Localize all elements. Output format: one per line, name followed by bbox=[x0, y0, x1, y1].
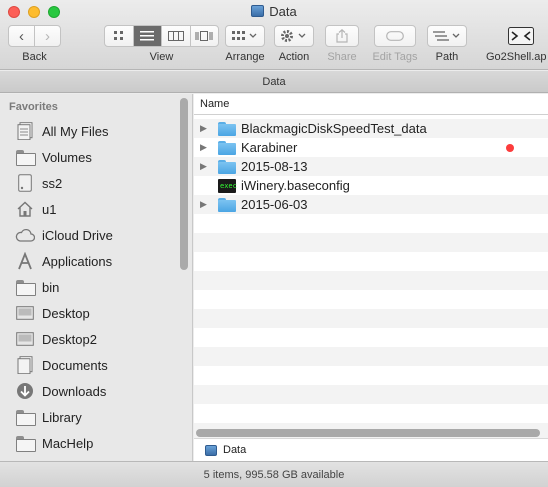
status-bar: 5 items, 995.58 GB available bbox=[0, 461, 548, 487]
sidebar-item-desktop2[interactable]: Desktop2 bbox=[15, 327, 97, 351]
all-files-icon bbox=[15, 122, 35, 140]
empty-row bbox=[194, 328, 548, 347]
icon-view-icon[interactable] bbox=[105, 26, 133, 46]
documents-icon bbox=[15, 356, 35, 374]
empty-row bbox=[194, 366, 548, 385]
list-item[interactable]: ▶ 2015-06-03 bbox=[194, 195, 548, 214]
empty-row bbox=[194, 252, 548, 271]
sidebar-item-machelp[interactable]: MacHelp bbox=[15, 431, 93, 455]
arrange-icon bbox=[232, 31, 257, 40]
folder-icon bbox=[15, 278, 36, 296]
folder-icon bbox=[218, 159, 236, 174]
sidebar-scrollbar[interactable] bbox=[180, 98, 188, 270]
empty-row bbox=[194, 309, 548, 328]
empty-row bbox=[194, 271, 548, 290]
list-item[interactable]: ▶ Karabiner bbox=[194, 138, 548, 157]
sidebar-item-bin[interactable]: bin bbox=[15, 275, 59, 299]
column-view-icon[interactable] bbox=[161, 26, 190, 46]
empty-row bbox=[194, 347, 548, 366]
folder-icon bbox=[15, 148, 36, 166]
back-forward-control[interactable]: ‹ › bbox=[8, 25, 61, 47]
sidebar-item-desktop[interactable]: Desktop bbox=[15, 301, 90, 325]
sidebar-item-applications[interactable]: Applications bbox=[15, 249, 112, 273]
empty-row bbox=[194, 290, 548, 309]
list-item[interactable]: exec iWinery.baseconfig bbox=[194, 176, 548, 195]
action-button[interactable] bbox=[274, 25, 314, 47]
cover-flow-icon[interactable] bbox=[189, 26, 219, 46]
folder-icon bbox=[218, 140, 236, 155]
gear-icon bbox=[281, 30, 306, 42]
desktop-icon bbox=[15, 304, 35, 322]
window-title: Data bbox=[0, 4, 548, 19]
sidebar-item-icloud-drive[interactable]: iCloud Drive bbox=[15, 223, 113, 247]
back-label: Back bbox=[22, 51, 47, 63]
sidebar: Favorites All My Files Volumes ss2 u1 iC… bbox=[0, 94, 193, 461]
sidebar-item-ss2[interactable]: ss2 bbox=[15, 171, 62, 195]
tab-bar: Data bbox=[0, 71, 548, 93]
red-tag-icon bbox=[506, 144, 514, 152]
disclosure-triangle-icon[interactable]: ▶ bbox=[200, 161, 214, 172]
empty-row bbox=[194, 385, 548, 404]
drive-icon bbox=[205, 444, 217, 456]
share-label: Share bbox=[327, 51, 357, 63]
applications-icon bbox=[15, 252, 35, 270]
action-label: Action bbox=[278, 51, 310, 63]
go2shell-button[interactable] bbox=[506, 24, 536, 48]
view-label: View bbox=[149, 51, 174, 63]
go2shell-label: Go2Shell.ap bbox=[486, 51, 547, 63]
disclosure-triangle-icon[interactable]: ▶ bbox=[200, 142, 214, 153]
drive-icon bbox=[251, 5, 265, 17]
horizontal-scrollbar[interactable] bbox=[196, 429, 540, 437]
empty-row bbox=[194, 233, 548, 252]
downloads-icon bbox=[15, 382, 35, 400]
disclosure-triangle-icon[interactable]: ▶ bbox=[200, 199, 214, 210]
executable-icon: exec bbox=[218, 178, 237, 193]
share-icon bbox=[336, 29, 348, 43]
folder-icon bbox=[218, 121, 236, 136]
cloud-icon bbox=[15, 226, 35, 244]
empty-row bbox=[194, 404, 548, 423]
status-text: 5 items, 995.58 GB available bbox=[203, 469, 345, 481]
path-bar-item[interactable]: Data bbox=[223, 439, 246, 462]
list-item[interactable]: ▶ BlackmagicDiskSpeedTest_data bbox=[194, 119, 548, 138]
sidebar-item-downloads[interactable]: Downloads bbox=[15, 379, 106, 403]
share-button[interactable] bbox=[325, 25, 359, 47]
desktop-icon bbox=[15, 330, 35, 348]
path-icon bbox=[433, 31, 460, 41]
path-bar: Data bbox=[194, 438, 548, 461]
sidebar-item-volumes[interactable]: Volumes bbox=[15, 145, 92, 169]
chevron-right-icon[interactable]: › bbox=[34, 26, 60, 46]
tag-icon bbox=[386, 31, 404, 41]
chevron-left-icon[interactable]: ‹ bbox=[9, 26, 34, 46]
list-item[interactable]: ▶ 2015-08-13 bbox=[194, 157, 548, 176]
view-mode-control[interactable] bbox=[104, 25, 219, 47]
list-view-icon[interactable] bbox=[132, 26, 161, 46]
sidebar-item-library[interactable]: Library bbox=[15, 405, 82, 429]
folder-icon bbox=[15, 434, 36, 452]
path-label: Path bbox=[435, 51, 459, 63]
column-header-name[interactable]: Name bbox=[194, 94, 548, 115]
folder-icon bbox=[15, 408, 36, 426]
disclosure-triangle-icon[interactable]: ▶ bbox=[200, 123, 214, 134]
empty-row bbox=[194, 214, 548, 233]
edit-tags-label: Edit Tags bbox=[372, 51, 418, 63]
sidebar-heading: Favorites bbox=[9, 101, 58, 113]
home-icon bbox=[15, 200, 35, 218]
toolbar: Data ‹ › Back View Arrange Action Share bbox=[0, 0, 548, 70]
arrange-label: Arrange bbox=[225, 51, 265, 63]
sidebar-item-all-my-files[interactable]: All My Files bbox=[15, 119, 108, 143]
file-list: Name ▶ BlackmagicDiskSpeedTest_data ▶ Ka… bbox=[194, 94, 548, 438]
folder-icon bbox=[218, 197, 236, 212]
sidebar-item-documents[interactable]: Documents bbox=[15, 353, 108, 377]
tab-title[interactable]: Data bbox=[262, 76, 285, 88]
drive-icon bbox=[15, 174, 35, 192]
sidebar-item-u1[interactable]: u1 bbox=[15, 197, 56, 221]
terminal-icon bbox=[508, 27, 534, 45]
edit-tags-button[interactable] bbox=[374, 25, 416, 47]
path-button[interactable] bbox=[427, 25, 467, 47]
arrange-button[interactable] bbox=[225, 25, 265, 47]
